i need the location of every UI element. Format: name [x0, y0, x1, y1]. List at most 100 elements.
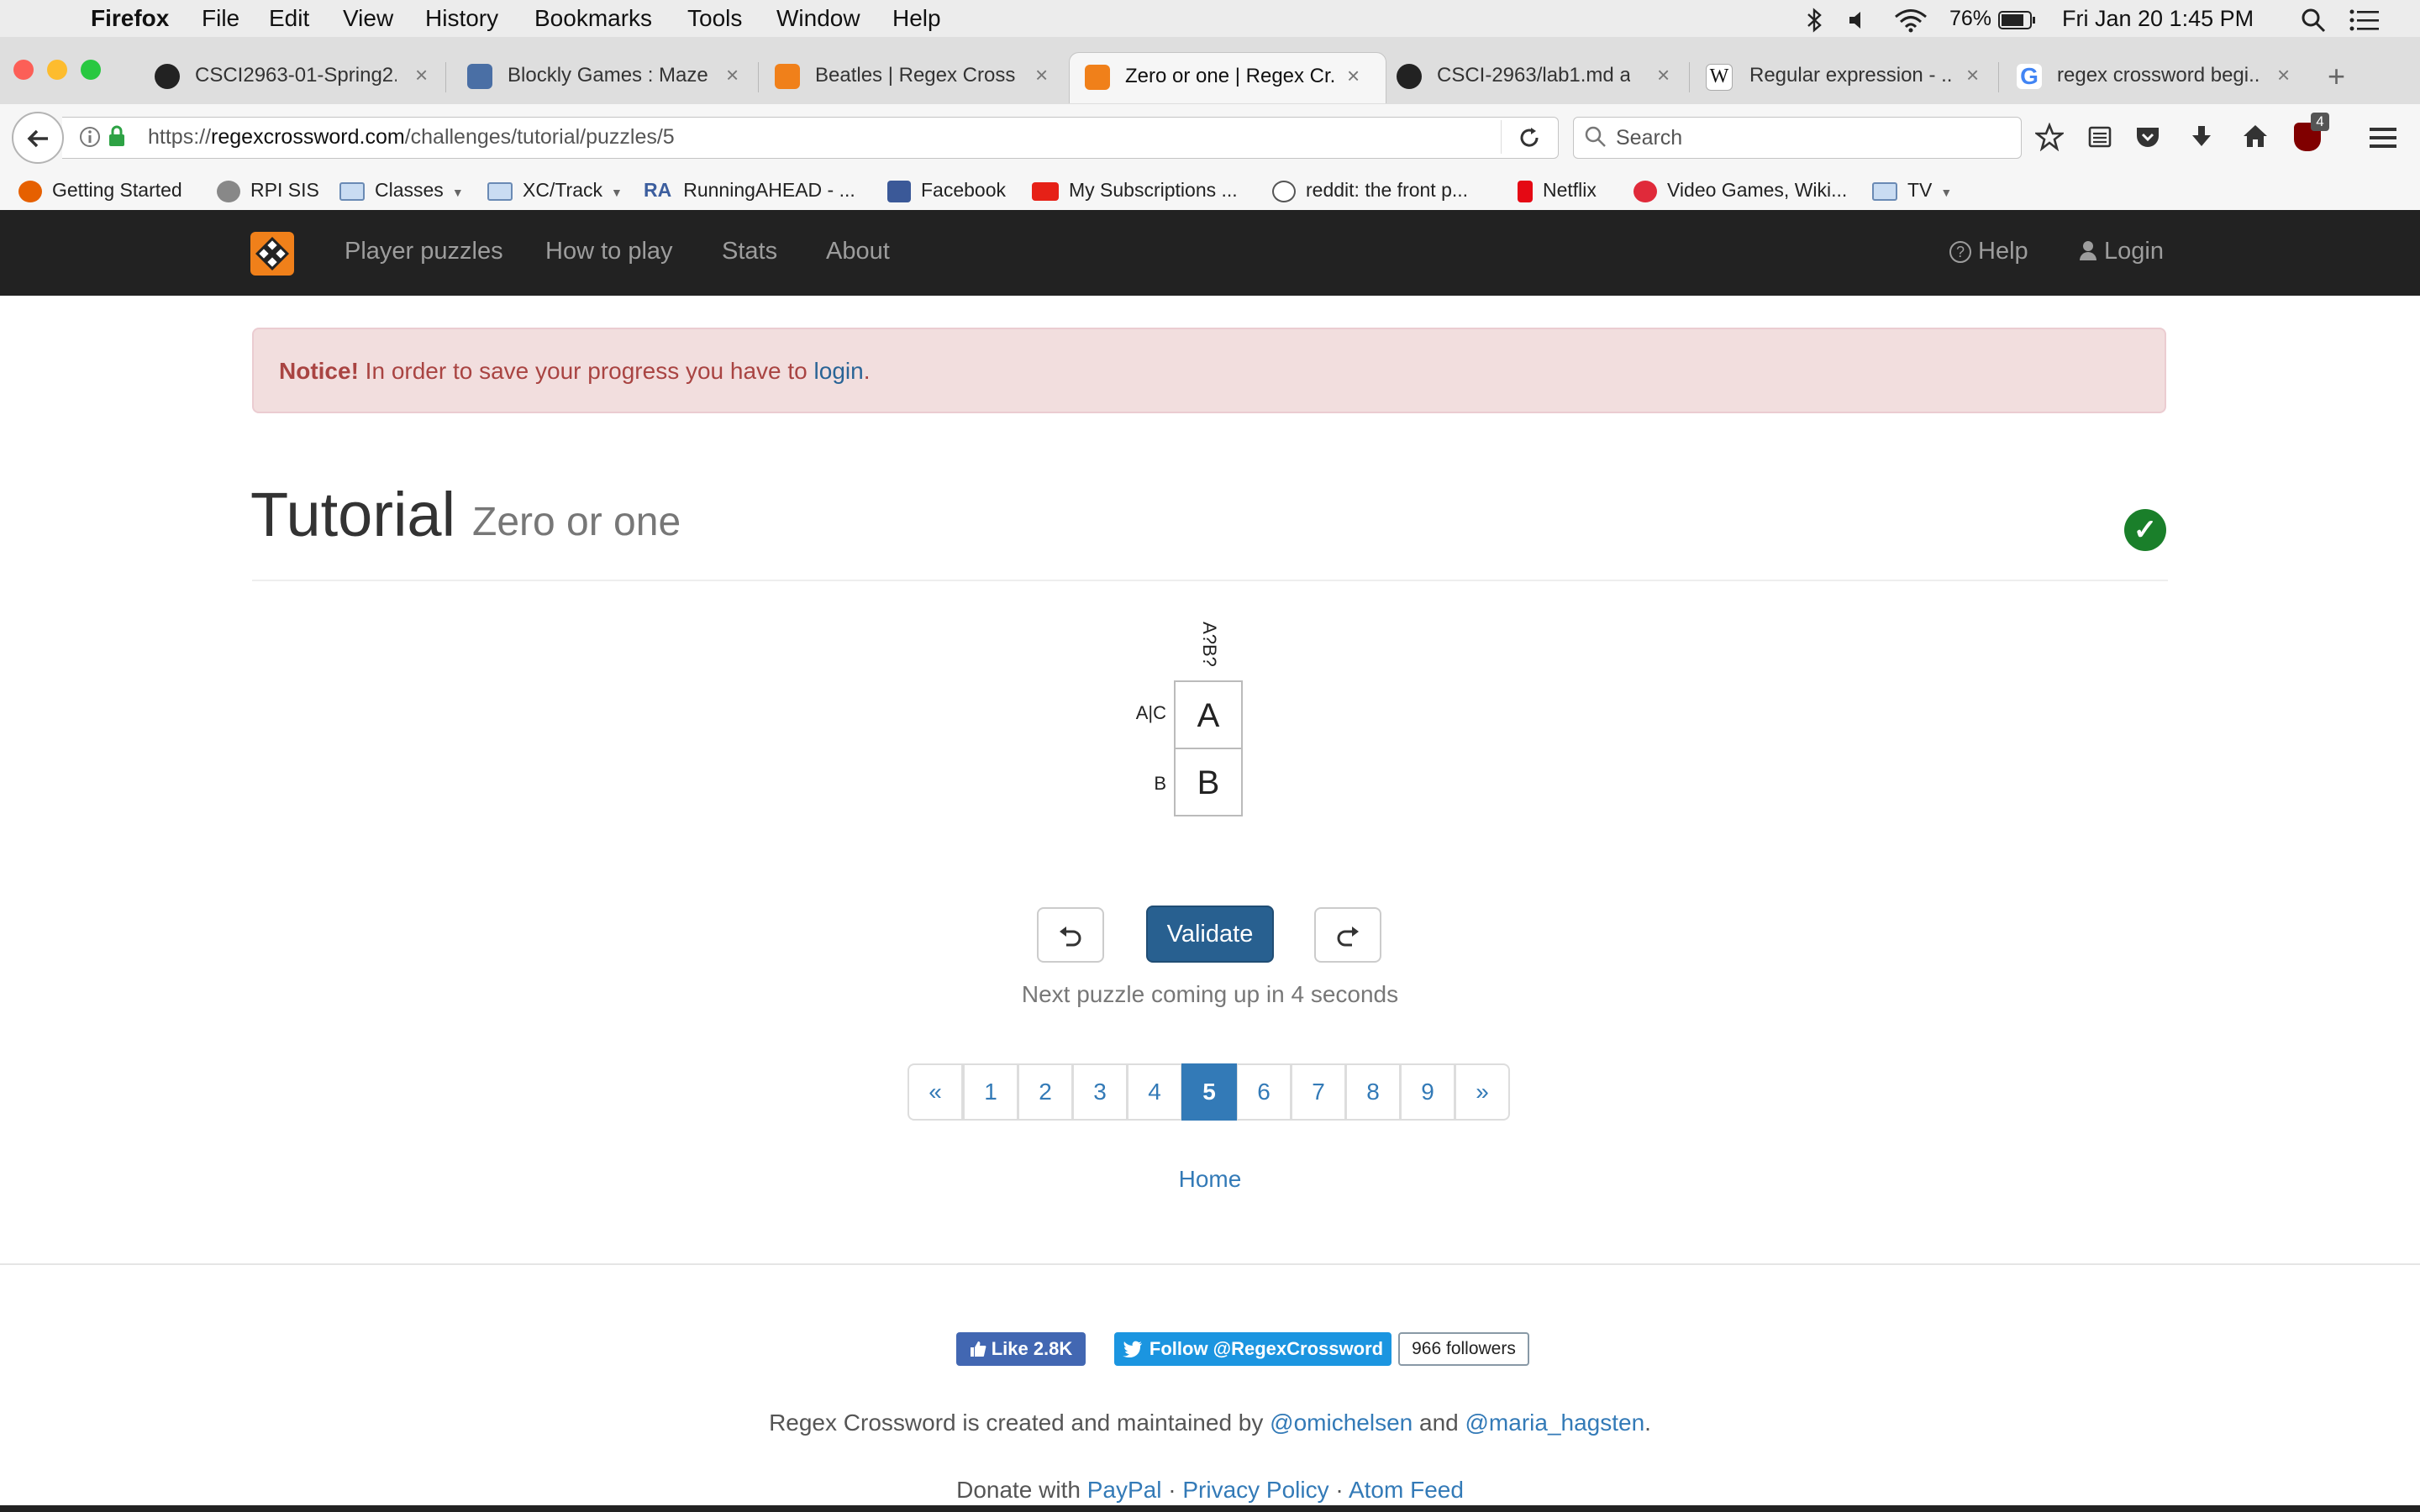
nav-how-to-play[interactable]: How to play: [545, 238, 673, 265]
tab-csci2963-github[interactable]: CSCI2963-01-Spring2... ×: [155, 52, 440, 102]
bookmark-label: Netflix: [1543, 179, 1597, 201]
bookmark-runningahead[interactable]: RA RunningAHEAD - ...: [644, 173, 855, 207]
twitter-follow-button[interactable]: Follow @RegexCrossword: [1114, 1332, 1392, 1366]
downloads-icon[interactable]: [2190, 124, 2213, 154]
volume-icon[interactable]: [1847, 0, 1869, 37]
validate-button[interactable]: Validate: [1146, 906, 1274, 963]
wikipedia-icon: W: [1706, 64, 1733, 91]
back-button[interactable]: [12, 112, 64, 164]
crossword-cell[interactable]: A: [1174, 680, 1243, 749]
pagination-page-5-current[interactable]: 5: [1181, 1063, 1237, 1121]
menu-tools[interactable]: Tools: [687, 0, 742, 37]
page-subtitle: Zero or one: [472, 500, 681, 544]
tab-divider: [1689, 62, 1690, 92]
nav-stats[interactable]: Stats: [722, 238, 777, 265]
author-omichelsen-link[interactable]: @omichelsen: [1270, 1410, 1413, 1436]
battery-icon[interactable]: [1998, 0, 2037, 37]
nav-player-puzzles[interactable]: Player puzzles: [345, 238, 503, 265]
bookmark-reddit[interactable]: reddit: the front p...: [1272, 173, 1468, 207]
atom-feed-link[interactable]: Atom Feed: [1349, 1477, 1464, 1503]
bookmark-rpi-sis[interactable]: RPI SIS: [217, 173, 319, 207]
close-tab-icon[interactable]: ×: [726, 62, 739, 88]
wifi-icon[interactable]: [1894, 0, 1928, 37]
notice-login-link[interactable]: login: [814, 358, 864, 384]
pagination-page-4[interactable]: 4: [1127, 1063, 1182, 1121]
facebook-icon: [887, 180, 911, 202]
nav-login[interactable]: Login: [2079, 238, 2164, 265]
pagination-page-3[interactable]: 3: [1072, 1063, 1128, 1121]
bookmark-video-games-wiki[interactable]: Video Games, Wiki...: [1634, 173, 1847, 207]
home-icon[interactable]: [2242, 123, 2269, 154]
close-tab-icon[interactable]: ×: [1347, 63, 1360, 89]
menu-window[interactable]: Window: [776, 0, 860, 37]
privacy-policy-link[interactable]: Privacy Policy: [1182, 1477, 1328, 1503]
regex-crossword-logo[interactable]: [250, 232, 294, 276]
tab-blockly-maze[interactable]: Blockly Games : Maze ×: [467, 52, 753, 102]
menu-help[interactable]: Help: [892, 0, 941, 37]
close-tab-icon[interactable]: ×: [1035, 62, 1048, 88]
tab-zero-or-one-active[interactable]: Zero or one | Regex Cr... ×: [1069, 52, 1386, 103]
notification-center-icon[interactable]: [2349, 0, 2380, 37]
tab-regular-expression-wiki[interactable]: W Regular expression - ... ×: [1706, 52, 1991, 102]
close-window-button[interactable]: [13, 60, 34, 80]
footer-separator: ·: [1161, 1477, 1183, 1503]
bookmark-facebook[interactable]: Facebook: [887, 173, 1006, 207]
bluetooth-icon[interactable]: [1805, 0, 1823, 37]
battery-percent: 76%: [1949, 7, 1992, 30]
menu-file[interactable]: File: [202, 0, 239, 37]
nav-about[interactable]: About: [826, 238, 890, 265]
bookmark-netflix[interactable]: Netflix: [1518, 173, 1597, 207]
pagination-page-2[interactable]: 2: [1018, 1063, 1073, 1121]
undo-button[interactable]: [1037, 907, 1104, 963]
bookmark-folder-xc-track[interactable]: XC/Track ▼: [487, 173, 623, 207]
site-info-icon[interactable]: [79, 126, 101, 152]
app-menu-firefox[interactable]: Firefox: [91, 0, 169, 37]
pagination-page-8[interactable]: 8: [1345, 1063, 1401, 1121]
tab-label: Regular expression - ...: [1749, 64, 1951, 87]
menu-bookmarks[interactable]: Bookmarks: [534, 0, 652, 37]
bookmark-star-icon[interactable]: [2033, 122, 2065, 155]
search-box[interactable]: Search: [1573, 117, 2022, 159]
pagination-page-6[interactable]: 6: [1236, 1063, 1292, 1121]
tab-beatles-regex[interactable]: Beatles | Regex Cross... ×: [775, 52, 1060, 102]
reading-list-icon[interactable]: [2087, 124, 2112, 154]
menu-edit[interactable]: Edit: [269, 0, 309, 37]
spotlight-search-icon[interactable]: [2301, 0, 2326, 37]
menu-history[interactable]: History: [425, 0, 498, 37]
close-tab-icon[interactable]: ×: [1657, 62, 1670, 88]
bookmark-folder-tv[interactable]: TV ▼: [1872, 173, 1952, 207]
reddit-icon: [1272, 180, 1296, 202]
zoom-window-button[interactable]: [81, 60, 101, 80]
regex-crossword-icon: [775, 64, 800, 89]
minimize-window-button[interactable]: [47, 60, 67, 80]
pagination-next[interactable]: »: [1455, 1063, 1510, 1121]
close-tab-icon[interactable]: ×: [2277, 62, 2290, 88]
new-tab-button[interactable]: +: [2328, 59, 2345, 94]
pocket-icon[interactable]: [2134, 124, 2161, 154]
menu-view[interactable]: View: [343, 0, 393, 37]
tab-google-search[interactable]: G regex crossword begi... ×: [2017, 52, 2302, 102]
pagination-page-9[interactable]: 9: [1400, 1063, 1455, 1121]
pagination-page-7[interactable]: 7: [1291, 1063, 1346, 1121]
secure-lock-icon[interactable]: [108, 124, 126, 152]
crossword-cell[interactable]: B: [1174, 748, 1243, 816]
bookmark-youtube-subscriptions[interactable]: My Subscriptions ...: [1032, 173, 1238, 207]
pagination-page-1[interactable]: 1: [963, 1063, 1018, 1121]
tab-lab1-github[interactable]: CSCI-2963/lab1.md at... ×: [1397, 52, 1682, 102]
reload-icon[interactable]: [1518, 126, 1541, 154]
home-link[interactable]: Home: [1126, 1166, 1294, 1193]
pagination-prev[interactable]: «: [908, 1063, 963, 1121]
menubar-clock[interactable]: Fri Jan 20 1:45 PM: [2062, 0, 2254, 37]
author-maria-hagsten-link[interactable]: @maria_hagsten: [1465, 1410, 1645, 1436]
redo-button[interactable]: [1314, 907, 1381, 963]
bookmark-getting-started[interactable]: Getting Started: [18, 173, 182, 207]
bookmark-folder-classes[interactable]: Classes ▼: [339, 173, 464, 207]
footer-divider: [0, 1263, 2420, 1265]
url-text[interactable]: https://regexcrossword.com/challenges/tu…: [148, 125, 675, 150]
close-tab-icon[interactable]: ×: [1966, 62, 1979, 88]
hamburger-menu-icon[interactable]: [2370, 126, 2396, 154]
facebook-like-button[interactable]: Like 2.8K: [956, 1332, 1086, 1366]
nav-help[interactable]: ? Help: [1949, 238, 2028, 265]
paypal-link[interactable]: PayPal: [1087, 1477, 1162, 1503]
close-tab-icon[interactable]: ×: [415, 62, 428, 88]
